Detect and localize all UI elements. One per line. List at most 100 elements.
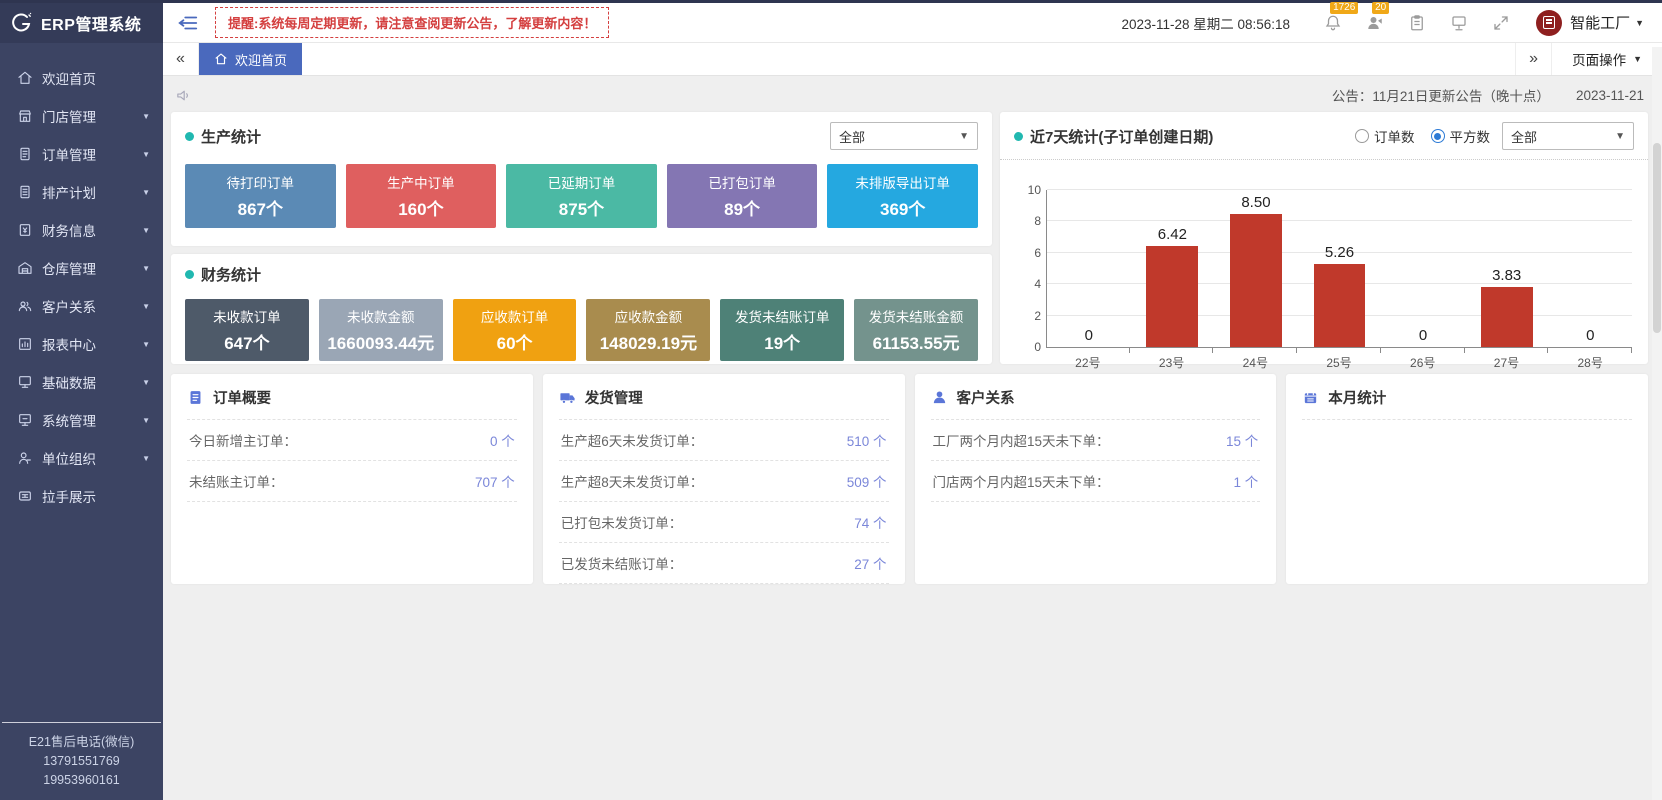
sidebar-item-11[interactable]: 拉手展示 <box>0 477 163 515</box>
production-filter-value: 全部 <box>839 127 865 146</box>
support-phone-title: E21售后电话(微信) <box>0 733 163 752</box>
bar-slot-23号: 6.42 <box>1131 190 1215 347</box>
sidebar-item-8[interactable]: 基础数据 ▼ <box>0 363 163 401</box>
finance-panel-title: 财务统计 <box>201 264 261 285</box>
stat-row: 生产超8天未发货订单：509 个 <box>559 461 889 502</box>
stat-value-link[interactable]: 0 个 <box>490 430 515 450</box>
stat-row: 门店两个月内超15天未下单：1 个 <box>931 461 1261 502</box>
stat-card-label: 未排版导出订单 <box>855 172 950 192</box>
sidebar-item-4[interactable]: 财务信息▼ <box>0 211 163 249</box>
page-actions-label: 页面操作 <box>1572 49 1626 69</box>
announcement-text[interactable]: 公告：11月21日更新公告（晚十点） <box>1332 85 1550 105</box>
stat-card-value: 875个 <box>559 195 604 220</box>
finance-panel-header: 财务统计 <box>171 254 992 293</box>
sidebar-item-label: 排产计划 <box>42 182 96 202</box>
user-menu[interactable]: 智能工厂 ▼ <box>1536 10 1644 36</box>
clipboard-icon[interactable] <box>1408 14 1426 32</box>
chart-radio-1[interactable]: 平方数 <box>1431 126 1491 146</box>
chart-bars: 06.428.505.2603.830 <box>1047 190 1632 347</box>
sidebar-item-10[interactable]: 单位组织▼ <box>0 439 163 477</box>
chevron-down-icon: ▼ <box>959 131 969 142</box>
bar[interactable] <box>1314 264 1366 347</box>
sidebar-item-label: 基础数据 <box>42 372 96 392</box>
bar-value-label: 6.42 <box>1158 226 1187 243</box>
chart-y-tick-label: 0 <box>1011 340 1041 354</box>
chart-filter-value: 全部 <box>1511 127 1537 146</box>
bar[interactable] <box>1481 287 1533 347</box>
finance-card-3[interactable]: 应收款金额148029.19元 <box>586 299 710 361</box>
stat-value-link[interactable]: 510 个 <box>847 430 887 450</box>
workstation-icon[interactable] <box>1450 14 1468 32</box>
production-card-3[interactable]: 已打包订单89个 <box>667 164 818 228</box>
stat-value-link[interactable]: 74 个 <box>854 512 886 532</box>
logo-icon <box>10 11 34 35</box>
store-icon <box>17 108 33 124</box>
fullscreen-icon[interactable] <box>1492 14 1510 32</box>
production-card-4[interactable]: 未排版导出订单369个 <box>827 164 978 228</box>
finance-card-5[interactable]: 发货未结账金额61153.55元 <box>854 299 978 361</box>
bar-value-label: 5.26 <box>1325 244 1354 261</box>
bar[interactable] <box>1146 246 1198 347</box>
stats-column: 生产统计 全部 ▼ 待打印订单867个生产中订单160个已延期订单875个已打包… <box>171 112 992 364</box>
page-scrollbar[interactable] <box>1652 47 1662 800</box>
sidebar-item-1[interactable]: 门店管理▼ <box>0 97 163 135</box>
stat-card-label: 未收款订单 <box>213 306 281 326</box>
tabs-scroll-left-icon[interactable]: « <box>163 43 199 75</box>
chart-x-label: 25号 <box>1297 354 1381 371</box>
stat-row: 已发货未结账订单：27 个 <box>559 543 889 584</box>
stat-row: 已打包未发货订单：74 个 <box>559 502 889 543</box>
stat-card-value: 1660093.44元 <box>327 329 434 354</box>
finance-card-4[interactable]: 发货未结账订单19个 <box>720 299 844 361</box>
sidebar-item-2[interactable]: 订单管理▼ <box>0 135 163 173</box>
finance-card-1[interactable]: 未收款金额1660093.44元 <box>319 299 443 361</box>
bar-value-label: 8.50 <box>1241 194 1270 211</box>
stat-value-link[interactable]: 27 个 <box>854 553 886 573</box>
sidebar: ERP管理系统 欢迎首页门店管理▼订单管理▼排产计划▼财务信息▼仓库管理▼客户关… <box>0 3 163 800</box>
stat-value-link[interactable]: 509 个 <box>847 471 887 491</box>
sidebar-item-0[interactable]: 欢迎首页 <box>0 59 163 97</box>
chevron-down-icon: ▼ <box>142 378 150 387</box>
production-filter-select[interactable]: 全部 ▼ <box>830 122 978 150</box>
stat-label: 未结账主订单： <box>189 471 284 491</box>
stat-value-link[interactable]: 15 个 <box>1226 430 1258 450</box>
chart-filter-select[interactable]: 全部 ▼ <box>1502 122 1634 150</box>
sidebar-menu: 欢迎首页门店管理▼订单管理▼排产计划▼财务信息▼仓库管理▼客户关系▼报表中心▼基… <box>0 43 163 800</box>
order-icon <box>17 146 33 162</box>
avatar <box>1536 10 1562 36</box>
chevron-down-icon: ▼ <box>142 188 150 197</box>
chevron-down-icon: ▼ <box>1635 18 1644 28</box>
week-stats-chart-panel: 近7天统计(子订单创建日期) 订单数平方数 全部 ▼ 024681006.428… <box>1000 112 1648 364</box>
tabs-scroll-right-icon[interactable]: » <box>1515 43 1551 75</box>
stat-row: 今日新增主订单：0 个 <box>187 420 517 461</box>
chart-x-tick <box>1381 348 1465 353</box>
chart-radio-0[interactable]: 订单数 <box>1355 126 1415 146</box>
bar[interactable] <box>1230 214 1282 347</box>
sidebar-item-9[interactable]: 系统管理▼ <box>0 401 163 439</box>
bar-value-label: 0 <box>1586 327 1594 344</box>
finance-card-0[interactable]: 未收款订单647个 <box>185 299 309 361</box>
menu-collapse-icon[interactable] <box>177 12 199 34</box>
chart-x-label: 26号 <box>1381 354 1465 371</box>
chart-x-tick <box>1213 348 1297 353</box>
stat-value-link[interactable]: 1 个 <box>1233 471 1258 491</box>
messages-badge: 20 <box>1372 2 1389 14</box>
bullet-dot-icon <box>1014 132 1023 141</box>
sidebar-item-3[interactable]: 排产计划 ▼ <box>0 173 163 211</box>
production-card-0[interactable]: 待打印订单867个 <box>185 164 336 228</box>
finance-card-2[interactable]: 应收款订单60个 <box>453 299 577 361</box>
tab-welcome-home[interactable]: 欢迎首页 <box>199 43 302 75</box>
sidebar-item-7[interactable]: 报表中心▼ <box>0 325 163 363</box>
stat-value-link[interactable]: 707 个 <box>475 471 515 491</box>
production-card-2[interactable]: 已延期订单875个 <box>506 164 657 228</box>
sidebar-item-5[interactable]: 仓库管理▼ <box>0 249 163 287</box>
chart-x-label: 27号 <box>1465 354 1549 371</box>
bell-icon[interactable]: 1726 <box>1324 14 1342 32</box>
chart-x-tick <box>1130 348 1214 353</box>
erp-dashboard: ERP管理系统 欢迎首页门店管理▼订单管理▼排产计划▼财务信息▼仓库管理▼客户关… <box>0 0 1662 800</box>
page-actions-dropdown[interactable]: 页面操作 ▼ <box>1551 43 1662 75</box>
sidebar-item-6[interactable]: 客户关系▼ <box>0 287 163 325</box>
scrollbar-thumb[interactable] <box>1653 143 1661 333</box>
production-card-1[interactable]: 生产中订单160个 <box>346 164 497 228</box>
messages-icon[interactable]: 20 <box>1366 14 1384 32</box>
data-icon <box>17 374 33 390</box>
